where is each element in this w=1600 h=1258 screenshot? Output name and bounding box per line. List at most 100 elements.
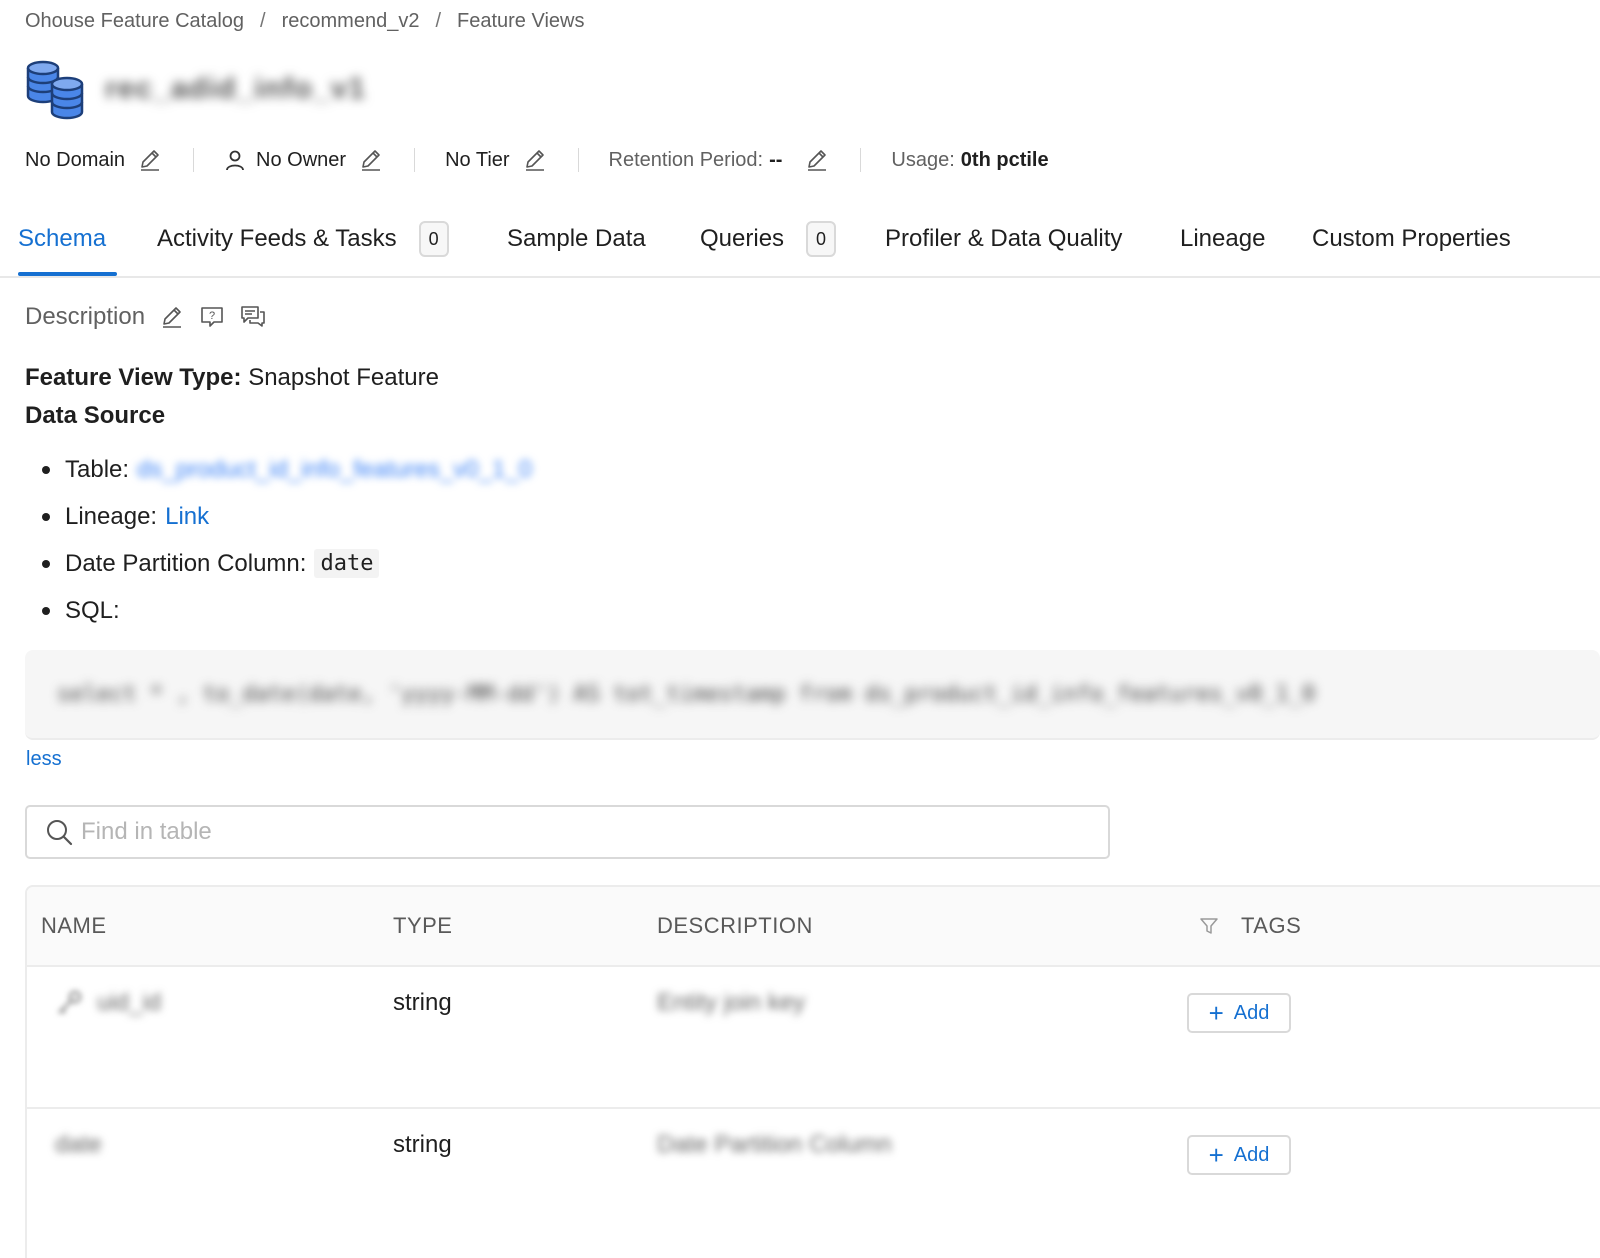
column-header-type: TYPE bbox=[393, 913, 453, 938]
usage-meta: Usage: 0th pctile bbox=[891, 149, 1048, 172]
domain-meta: No Domain bbox=[25, 147, 163, 173]
active-tab-indicator bbox=[18, 272, 117, 276]
tab-schema-label: Schema bbox=[18, 225, 107, 252]
tab-queries[interactable]: Queries 0 bbox=[700, 200, 837, 278]
table-label: Table: bbox=[65, 455, 130, 483]
svg-text:?: ? bbox=[209, 310, 215, 322]
meta-divider bbox=[193, 148, 195, 172]
breadcrumb-separator: / bbox=[435, 10, 441, 32]
plus-icon: + bbox=[1208, 998, 1224, 1028]
tab-schema[interactable]: Schema bbox=[18, 200, 106, 278]
edit-description-icon[interactable] bbox=[159, 304, 185, 330]
list-item: Date Partition Column: date bbox=[40, 540, 532, 587]
feature-view-type-label: Feature View Type: bbox=[25, 364, 242, 391]
tab-activity-feeds[interactable]: Activity Feeds & Tasks 0 bbox=[157, 200, 449, 278]
add-tag-label: Add bbox=[1233, 1143, 1270, 1166]
meta-divider bbox=[860, 148, 862, 172]
breadcrumb-item-service[interactable]: recommend_v2 bbox=[282, 10, 420, 33]
list-item: SQL: bbox=[40, 587, 532, 634]
meta-divider bbox=[414, 148, 416, 172]
column-type: string bbox=[393, 1131, 452, 1158]
sql-label: SQL: bbox=[65, 596, 120, 624]
column-header-tags: TAGS bbox=[1241, 913, 1302, 938]
conversation-icon[interactable] bbox=[239, 304, 267, 330]
edit-domain-icon[interactable] bbox=[137, 147, 163, 173]
entity-meta-row: No Domain No Owner No Tier Retention Per… bbox=[25, 142, 1049, 178]
user-icon bbox=[226, 150, 244, 171]
entity-name: rec_adid_info_v1 bbox=[105, 72, 367, 105]
owner-label: No Owner bbox=[256, 148, 347, 171]
table-row: date string Date Partition Column + Add bbox=[27, 1109, 1600, 1251]
table-row: uid_id string Entity join key + Add bbox=[27, 967, 1600, 1109]
usage-label: Usage: bbox=[891, 148, 955, 171]
tab-lineage[interactable]: Lineage bbox=[1180, 200, 1265, 278]
table-search bbox=[25, 805, 1110, 859]
breadcrumb: Ohouse Feature Catalog / recommend_v2 / … bbox=[25, 10, 584, 33]
lineage-label: Lineage: bbox=[65, 502, 158, 530]
column-name: uid_id bbox=[97, 989, 162, 1016]
meta-divider bbox=[577, 148, 579, 172]
description-heading: Description bbox=[25, 303, 146, 330]
description-header: Description ? bbox=[25, 297, 267, 337]
row-name-cell: date bbox=[55, 1127, 102, 1163]
column-type: string bbox=[393, 989, 452, 1016]
queries-count-badge: 0 bbox=[806, 221, 837, 257]
list-item: Lineage: Link bbox=[40, 493, 532, 540]
column-description: Date Partition Column bbox=[657, 1131, 892, 1158]
retention-meta: Retention Period: -- bbox=[609, 147, 831, 173]
edit-owner-icon[interactable] bbox=[358, 147, 384, 173]
search-icon bbox=[47, 820, 73, 846]
tier-label: No Tier bbox=[445, 148, 510, 171]
tag-filter-icon[interactable] bbox=[1199, 887, 1219, 965]
request-description-icon[interactable]: ? bbox=[199, 304, 225, 330]
edit-retention-icon[interactable] bbox=[804, 147, 830, 173]
feature-view-type-value: Snapshot Feature bbox=[248, 364, 439, 391]
data-source-list: Table: ds_product_id_info_features_v0_1_… bbox=[40, 446, 532, 634]
tab-custom-label: Custom Properties bbox=[1312, 225, 1511, 252]
column-description: Entity join key bbox=[657, 989, 806, 1016]
tier-meta: No Tier bbox=[445, 147, 547, 173]
edit-tier-icon[interactable] bbox=[522, 147, 548, 173]
column-header-name: NAME bbox=[41, 913, 107, 938]
database-stack-icon bbox=[26, 60, 84, 120]
owner-meta: No Owner bbox=[224, 147, 384, 173]
feature-view-type: Feature View Type: Snapshot Feature bbox=[25, 364, 439, 392]
table-header: NAME TYPE DESCRIPTION TAGS bbox=[27, 887, 1600, 967]
tab-custom-properties[interactable]: Custom Properties bbox=[1312, 200, 1511, 278]
usage-value: 0th pctile bbox=[960, 148, 1049, 171]
lineage-link[interactable]: Link bbox=[165, 503, 209, 531]
less-link[interactable]: less bbox=[26, 748, 62, 771]
tab-profiler-label: Profiler & Data Quality bbox=[885, 225, 1123, 252]
add-tag-button[interactable]: + Add bbox=[1187, 1135, 1291, 1175]
domain-label: No Domain bbox=[25, 148, 126, 171]
add-tag-label: Add bbox=[1233, 1001, 1270, 1024]
breadcrumb-separator: / bbox=[260, 10, 266, 32]
column-name: date bbox=[55, 1131, 102, 1158]
partition-value: date bbox=[314, 549, 380, 578]
tab-activity-label: Activity Feeds & Tasks bbox=[157, 225, 397, 252]
tab-sample-label: Sample Data bbox=[507, 225, 646, 252]
table-link[interactable]: ds_product_id_info_features_v0_1_0 bbox=[137, 456, 532, 484]
tab-queries-label: Queries bbox=[700, 225, 785, 252]
row-name-cell: uid_id bbox=[55, 985, 161, 1021]
column-header-description: DESCRIPTION bbox=[657, 913, 813, 938]
tab-lineage-label: Lineage bbox=[1180, 225, 1266, 252]
tab-profiler[interactable]: Profiler & Data Quality bbox=[885, 200, 1122, 278]
plus-icon: + bbox=[1208, 1140, 1224, 1170]
sql-text: select * , to_date(date, 'yyyy-MM-dd') A… bbox=[57, 681, 1316, 707]
partition-label: Date Partition Column: bbox=[65, 549, 307, 577]
tab-sample-data[interactable]: Sample Data bbox=[507, 200, 646, 278]
breadcrumb-item-feature-views[interactable]: Feature Views bbox=[457, 10, 584, 33]
data-source-title: Data Source bbox=[25, 402, 166, 429]
sql-code-block: select * , to_date(date, 'yyyy-MM-dd') A… bbox=[25, 650, 1600, 740]
entity-header: rec_adid_info_v1 bbox=[25, 58, 366, 120]
search-input[interactable] bbox=[81, 818, 981, 846]
schema-table: NAME TYPE DESCRIPTION TAGS uid_id string… bbox=[25, 885, 1600, 1258]
breadcrumb-item-catalog[interactable]: Ohouse Feature Catalog bbox=[25, 10, 244, 33]
retention-value: -- bbox=[769, 148, 783, 171]
activity-count-badge: 0 bbox=[418, 221, 449, 257]
primary-key-icon bbox=[58, 990, 82, 1014]
retention-label: Retention Period: bbox=[608, 148, 764, 171]
tab-bar: Schema Activity Feeds & Tasks 0 Sample D… bbox=[0, 200, 1600, 278]
add-tag-button[interactable]: + Add bbox=[1187, 993, 1291, 1033]
